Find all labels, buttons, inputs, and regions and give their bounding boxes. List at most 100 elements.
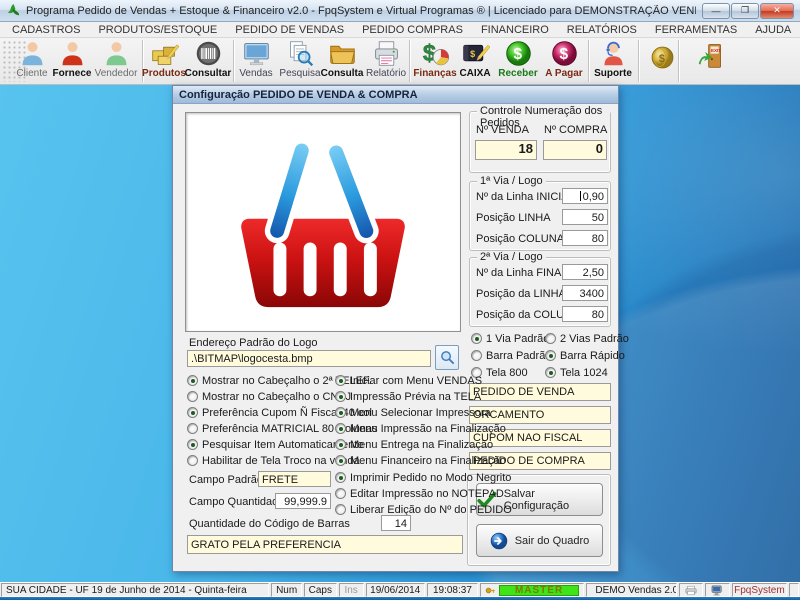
option-menu-vendas[interactable]: Iniciar com Menu VENDAS (335, 374, 482, 387)
app-window: Programa Pedido de Vendas + Estoque & Fi… (0, 0, 800, 600)
monitor-icon (242, 39, 271, 68)
app-icon (6, 3, 21, 18)
option-impressao-previa[interactable]: Impressão Prévia na TELA (335, 390, 481, 403)
menubar: CADASTROS PRODUTOS/ESTOQUE PEDIDO DE VEN… (0, 22, 800, 38)
posicao-da-coluna-field[interactable]: 80 (562, 306, 608, 322)
linha-inicial-field[interactable]: 0,90 (562, 188, 608, 204)
option-liberar-edicao[interactable]: Liberar Edição do Nº do PEDIDO (335, 503, 512, 516)
svg-text:$: $ (470, 49, 475, 59)
posicao-da-linha-field[interactable]: 3400 (562, 285, 608, 301)
codigo-barras-label: Quantidade do Código de Barras (189, 518, 350, 530)
seller-person-icon (102, 39, 131, 68)
toolbar-apagar-button[interactable]: $ A Pagar (536, 39, 592, 84)
status-caps: Caps (304, 583, 337, 597)
compra-number-field[interactable]: 0 (543, 140, 607, 160)
radio-icon (335, 439, 346, 450)
posicao-coluna-field[interactable]: 80 (562, 230, 608, 246)
option-selecionar-impressora[interactable]: Menu Selecionar Impressora (335, 406, 491, 419)
client-person-icon (18, 39, 47, 68)
close-button[interactable]: ✕ (760, 3, 794, 19)
magnifier-icon (439, 349, 456, 366)
compra-label: Nº COMPRA (544, 124, 607, 136)
option-financeiro-finalizacao[interactable]: Menu Financeiro na Finalização (335, 454, 506, 467)
radio-icon (545, 367, 556, 378)
radio-icon (335, 423, 346, 434)
status-location: SUA CIDADE - UF 19 de Junho de 2014 - Qu… (1, 583, 269, 597)
linha-final-label: Nº da Linha FINAL (476, 267, 567, 279)
venda-number-field[interactable]: 18 (475, 140, 537, 160)
radio-icon (335, 391, 346, 402)
radio-barra-padrao[interactable]: Barra Padrão (471, 349, 551, 362)
linha-inicial-label: Nº da Linha INICIAL (476, 191, 575, 203)
radio-icon (335, 488, 346, 499)
status-time: 19:08:37 (427, 583, 478, 597)
campo-padrao-label: Campo Padrão (189, 474, 263, 486)
arrow-circle-icon (490, 532, 508, 550)
exit-door-icon: EXIT (696, 41, 725, 70)
status-num: Num (271, 583, 302, 597)
linha-final-field[interactable]: 2,50 (562, 264, 608, 280)
radio-icon (471, 350, 482, 361)
config-dialog: Configuração PEDIDO DE VENDA & COMPRA (172, 85, 619, 572)
status-printer-button[interactable] (679, 583, 702, 597)
grato-message-field[interactable]: GRATO PELA PREFERENCIA (187, 535, 463, 554)
exit-dialog-button[interactable]: Sair do Quadro (476, 524, 603, 557)
coin-icon: $ (648, 43, 677, 72)
key-icon (485, 585, 496, 596)
option-editar-notepad[interactable]: Editar Impressão no NOTEPAD (335, 487, 504, 500)
doc-title-pedido-venda[interactable]: PEDIDO DE VENDA (469, 383, 611, 401)
radio-1-via-padrao[interactable]: 1 Via Padrão (471, 332, 549, 345)
menu-produtos-estoque[interactable]: PRODUTOS/ESTOQUE (90, 23, 225, 37)
dialog-titlebar[interactable]: Configuração PEDIDO DE VENDA & COMPRA (173, 86, 618, 104)
barcode-icon (194, 39, 223, 68)
campo-padrao-field[interactable]: FRETE (258, 471, 331, 487)
radio-icon (187, 455, 198, 466)
window-title: Programa Pedido de Vendas + Estoque & Fi… (26, 5, 696, 17)
posicao-da-linha-label: Posição da LINHA (476, 288, 566, 300)
radio-icon (545, 350, 556, 361)
menu-ferramentas[interactable]: FERRAMENTAS (647, 23, 745, 37)
option-tela-troco[interactable]: Habilitar de Tela Troco na venda (187, 454, 360, 467)
option-mostrar-cnpj[interactable]: Mostrar no Cabeçalho o CNPJ (187, 390, 351, 403)
campo-quantidade-label: Campo Quantidade (189, 496, 284, 508)
supplier-person-icon (58, 39, 87, 68)
radio-barra-rapido[interactable]: Barra Rápido (545, 349, 625, 362)
minimize-button[interactable]: — (702, 3, 730, 19)
toolbar-suporte-button[interactable]: Suporte (585, 39, 641, 84)
folder-icon (328, 39, 357, 68)
toolbar-exit-button[interactable]: EXIT (682, 41, 738, 86)
window-titlebar: Programa Pedido de Vendas + Estoque & Fi… (0, 0, 800, 22)
option-modo-negrito[interactable]: Imprimir Pedido no Modo Negrito (335, 471, 511, 484)
svg-text:$: $ (658, 53, 664, 65)
logo-path-field[interactable]: .\BITMAP\logocesta.bmp (187, 350, 431, 367)
posicao-linha-field[interactable]: 50 (562, 209, 608, 225)
option-impressao-finalizacao[interactable]: Menu Impressão na Finalização (335, 422, 506, 435)
menu-pedido-compras[interactable]: PEDIDO COMPRAS (354, 23, 471, 37)
campo-quantidade-field[interactable]: 99,999.9 (275, 493, 331, 509)
logo-preview-box (185, 112, 461, 332)
svg-text:$: $ (422, 40, 435, 66)
status-brand: FpqSystem (732, 583, 787, 597)
status-computer-button[interactable] (705, 583, 730, 597)
radio-2-vias-padrao[interactable]: 2 Vias Padrão (545, 332, 629, 345)
menu-pedido-vendas[interactable]: PEDIDO DE VENDAS (227, 23, 352, 37)
logo-path-label: Endereço Padrão do Logo (189, 337, 317, 349)
via2-group-title: 2ª Via / Logo (477, 251, 546, 263)
dialog-body: Controle Numeração dos Pedidos Nº VENDA … (173, 104, 618, 571)
computer-icon (711, 585, 724, 596)
posicao-coluna-label: Posição COLUNA (476, 233, 564, 245)
search-docs-icon (286, 39, 315, 68)
toolbar-relatorio-button[interactable]: Relatório (358, 39, 414, 84)
menu-ajuda[interactable]: AJUDA (747, 23, 799, 37)
option-entrega-finalizacao[interactable]: Menu Entrega na Finalização (335, 438, 493, 451)
menu-relatorios[interactable]: RELATÓRIOS (559, 23, 645, 37)
codigo-barras-field[interactable]: 14 (381, 515, 411, 531)
svg-text:$: $ (513, 46, 522, 63)
restore-button[interactable]: ❐ (731, 3, 759, 19)
radio-tela-1024[interactable]: Tela 1024 (545, 366, 608, 379)
browse-logo-button[interactable] (435, 345, 459, 370)
menu-financeiro[interactable]: FINANCEIRO (473, 23, 557, 37)
menu-cadastros[interactable]: CADASTROS (4, 23, 88, 37)
toolbar-separator (678, 40, 679, 82)
radio-icon (335, 407, 346, 418)
